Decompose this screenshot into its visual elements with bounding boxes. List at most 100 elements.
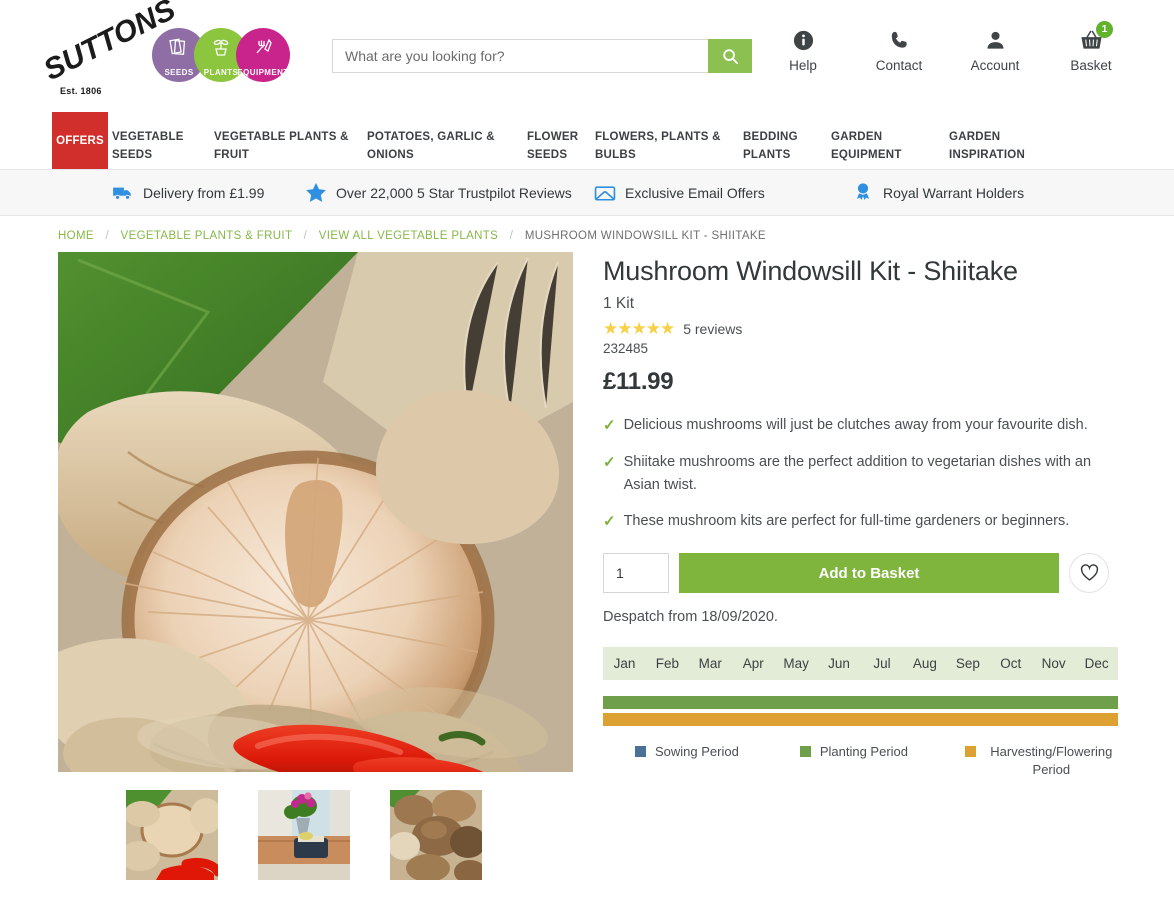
feature-bullet: ✓ Shiitake mushrooms are the perfect add… [603,451,1123,496]
legend-label: Planting Period [819,744,908,760]
nav-label-line1: FLOWER [527,131,579,143]
legend-swatch [635,746,646,758]
calendar-month: Aug [912,656,937,672]
header-actions: Help Contact Account 1 Basket [770,21,1124,73]
usp-delivery: Delivery from £1.99 [112,182,305,204]
calendar-month: May [783,656,809,672]
wishlist-button[interactable] [1069,553,1109,594]
usp-bar: Delivery from £1.99 Over 22,000 5 Star T… [0,170,1174,216]
nav-item-flower-seeds[interactable]: FLOWER SEEDS [527,112,595,169]
star-rating[interactable]: ★★★★★ [603,319,675,339]
planting-period-bar [603,696,1118,710]
usp-label: Over 22,000 5 Star Trustpilot Reviews [336,184,572,201]
product-details: Mushroom Windowsill Kit - Shiitake 1 Kit… [603,252,1123,880]
search-input[interactable] [332,39,708,73]
calendar-month: Jan [613,656,636,672]
product-hero-image[interactable] [58,252,573,772]
breadcrumb-view-all-vegetable-plants[interactable]: VIEW ALL VEGETABLE PLANTS [319,230,498,242]
nav-label-line1: GARDEN [949,131,1001,143]
main-navigation: OFFERS VEGETABLE SEEDS VEGETABLE PLANTS … [0,112,1174,170]
product-size: 1 Kit [603,295,635,313]
search-button[interactable] [708,39,752,73]
envelope-icon [594,182,616,204]
account-label: Account [970,58,1020,73]
nav-item-garden-inspiration[interactable]: GARDEN INSPIRATION [949,112,1059,169]
breadcrumb: HOME / VEGETABLE PLANTS & FRUIT / VIEW A… [0,216,1174,252]
nav-item-potatoes-garlic-onions[interactable]: POTATOES, GARLIC & ONIONS [367,112,527,169]
check-icon: ✓ [603,454,616,472]
calendar-month: Dec [1084,656,1109,672]
nav-item-offers[interactable]: OFFERS [52,112,108,169]
heart-icon [1080,564,1098,582]
logo-badge-label: EQUIPMENT [237,68,289,77]
search-icon [722,48,738,64]
nav-label-line2: ONIONS [367,149,414,161]
review-count-link[interactable]: 5 reviews [683,321,742,337]
logo-established: Est. 1806 [60,86,102,96]
nav-label-line2: PLANTS [743,149,791,161]
breadcrumb-separator: / [105,230,109,242]
feature-bullet: ✓ Delicious mushrooms will just be clutc… [603,414,1123,437]
calendar-month: Apr [742,656,764,672]
growing-calendar: Jan Feb Mar Apr May Jun Jul Aug Sep Oct … [603,647,1118,778]
breadcrumb-home[interactable]: HOME [58,230,94,242]
suttons-logo[interactable]: SUTTONS Est. 1806 SEEDS PLANTS EQUIPMENT [39,0,298,104]
info-icon [770,26,836,54]
search-bar [332,39,752,73]
basket-label: Basket [1070,58,1112,73]
award-medal-icon [852,182,874,204]
legend-harvesting: Harvesting/Flowering Period [964,743,1118,778]
nav-item-garden-equipment[interactable]: GARDEN EQUIPMENT [831,112,949,169]
nav-label-line1: VEGETABLE [112,131,184,143]
nav-item-vegetable-plants-fruit[interactable]: VEGETABLE PLANTS & FRUIT [214,112,367,169]
thumbnail-3[interactable] [390,790,482,880]
fork-trowel-icon [236,37,290,61]
product-sku: 232485 [603,341,649,357]
legend-swatch [964,746,976,758]
quantity-input[interactable] [603,553,669,594]
feature-bullet: ✓ These mushroom kits are perfect for fu… [603,510,1123,533]
calendar-month: Mar [698,656,722,672]
usp-email-offers: Exclusive Email Offers [594,182,852,204]
logo-badge-equipment: EQUIPMENT [236,28,290,82]
check-icon: ✓ [603,513,616,531]
nav-label-line1: VEGETABLE PLANTS & [214,131,349,143]
legend-swatch [799,746,811,758]
nav-item-vegetable-seeds[interactable]: VEGETABLE SEEDS [112,112,214,169]
nav-label-line1: POTATOES, GARLIC & [367,131,495,143]
calendar-legend: Sowing Period Planting Period Harvesting… [603,743,1118,778]
add-to-basket-button[interactable]: Add to Basket [679,553,1059,594]
nav-label-line2: SEEDS [112,149,153,161]
calendar-month: Feb [655,656,680,672]
thumbnail-2[interactable] [258,790,350,880]
nav-item-flowers-plants-bulbs[interactable]: FLOWERS, PLANTS & BULBS [595,112,743,169]
account-action[interactable]: Account [962,26,1028,73]
feature-text: These mushroom kits are perfect for full… [623,513,1070,530]
despatch-info: Despatch from 18/09/2020. [603,609,778,626]
usp-royal-warrant: Royal Warrant Holders [852,182,1052,204]
contact-label: Contact [875,58,923,73]
basket-action[interactable]: 1 Basket [1058,21,1124,73]
purchase-row: Add to Basket [603,553,1123,594]
breadcrumb-current: MUSHROOM WINDOWSILL KIT - SHIITAKE [524,230,766,242]
nav-label-line2: INSPIRATION [949,149,1026,161]
breadcrumb-vegetable-plants-fruit[interactable]: VEGETABLE PLANTS & FRUIT [121,230,293,242]
calendar-bars [603,696,1118,727]
check-icon: ✓ [603,417,616,435]
help-action[interactable]: Help [770,26,836,73]
nav-item-bedding-plants[interactable]: BEDDING PLANTS [743,112,831,169]
nav-label-line1: GARDEN [831,131,883,143]
legend-planting: Planting Period [799,743,965,778]
usp-trustpilot: Over 22,000 5 Star Trustpilot Reviews [305,182,594,204]
legend-label: Sowing Period [655,744,739,760]
calendar-month: Jul [873,656,891,672]
product-main: Mushroom Windowsill Kit - Shiitake 1 Kit… [0,252,1174,880]
feature-text: Delicious mushrooms will just be clutche… [623,417,1088,434]
usp-label: Royal Warrant Holders [883,184,1025,201]
page-title: Mushroom Windowsill Kit - Shiitake [603,256,1018,286]
basket-icon [1058,26,1124,54]
thumbnail-1[interactable] [126,790,218,880]
person-icon [962,26,1028,54]
nav-label-line2: EQUIPMENT [831,149,902,161]
contact-action[interactable]: Contact [866,26,932,73]
